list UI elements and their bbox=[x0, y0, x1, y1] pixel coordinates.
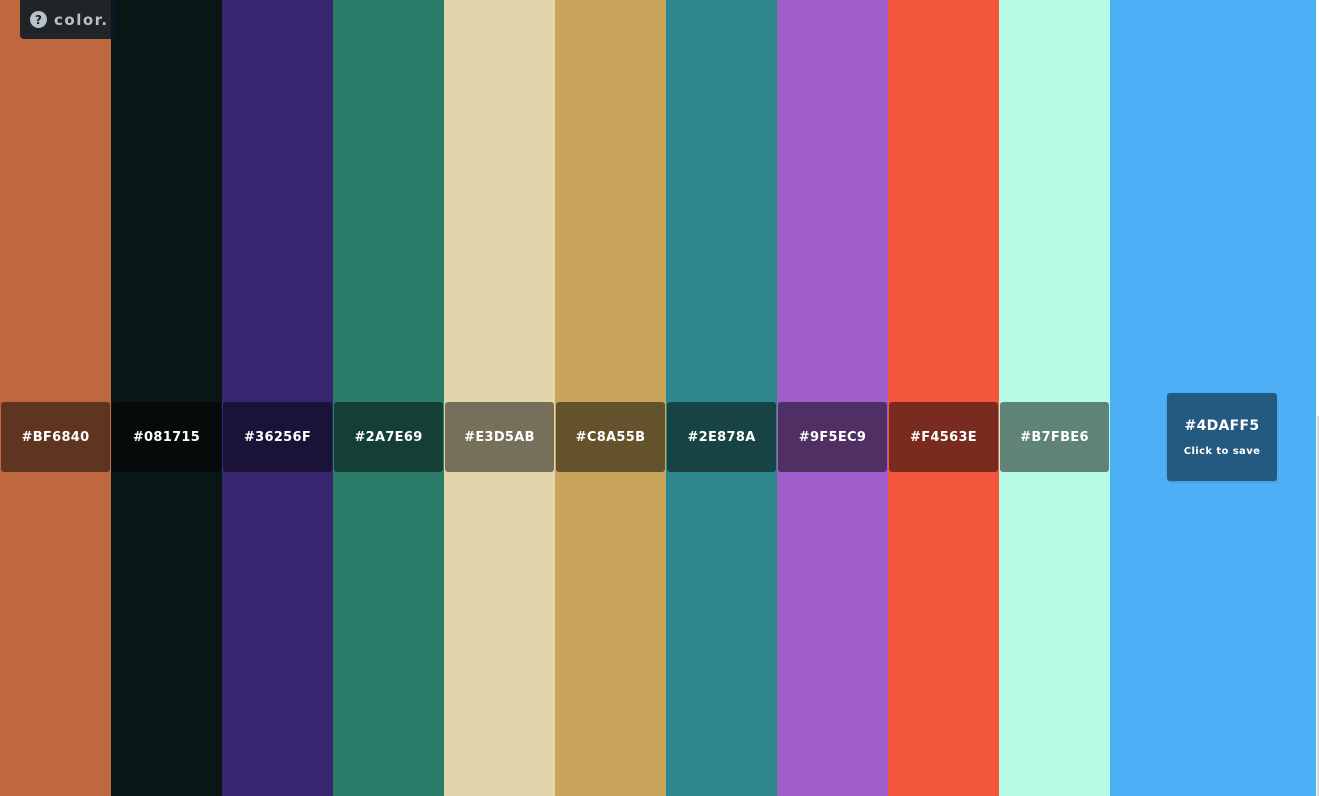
color-stripe[interactable]: #9F5EC9 bbox=[777, 0, 888, 796]
save-hint: Click to save bbox=[1183, 445, 1261, 457]
color-app: #BF6840 #081715 #36256F #2A7E69 #E3D5AB … bbox=[0, 0, 1319, 796]
brand-name: color. bbox=[54, 10, 109, 29]
hex-label[interactable]: #E3D5AB bbox=[445, 402, 554, 472]
color-stripe[interactable]: #F4563E bbox=[888, 0, 999, 796]
current-hex-label: #4DAFF5 bbox=[1184, 417, 1260, 434]
hex-label[interactable]: #36256F bbox=[223, 402, 332, 472]
color-stripe[interactable]: #081715 bbox=[111, 0, 222, 796]
save-color-button[interactable]: #4DAFF5 Click to save bbox=[1167, 393, 1277, 481]
hex-label[interactable]: #2A7E69 bbox=[334, 402, 443, 472]
question-mark-icon[interactable]: ? bbox=[30, 11, 47, 28]
hex-label[interactable]: #9F5EC9 bbox=[778, 402, 887, 472]
hex-label[interactable]: #BF6840 bbox=[1, 402, 110, 472]
hex-label[interactable]: #F4563E bbox=[889, 402, 998, 472]
color-stripe[interactable]: #2A7E69 bbox=[333, 0, 444, 796]
color-stripe[interactable]: #36256F bbox=[222, 0, 333, 796]
hex-label[interactable]: #C8A55B bbox=[556, 402, 665, 472]
hex-label[interactable]: #2E878A bbox=[667, 402, 776, 472]
color-stripe[interactable]: #C8A55B bbox=[555, 0, 666, 796]
color-stripe[interactable]: #2E878A bbox=[666, 0, 777, 796]
hex-label[interactable]: #B7FBE6 bbox=[1000, 402, 1109, 472]
color-stripe[interactable]: #E3D5AB bbox=[444, 0, 555, 796]
color-stripe[interactable]: #BF6840 bbox=[0, 0, 111, 796]
color-stripes: #BF6840 #081715 #36256F #2A7E69 #E3D5AB … bbox=[0, 0, 1316, 796]
current-color-stripe[interactable]: #4DAFF5 Click to save bbox=[1110, 0, 1316, 796]
color-stripe[interactable]: #B7FBE6 bbox=[999, 0, 1110, 796]
brand-logo[interactable]: ? color. bbox=[20, 0, 117, 39]
hex-label[interactable]: #081715 bbox=[112, 402, 221, 472]
